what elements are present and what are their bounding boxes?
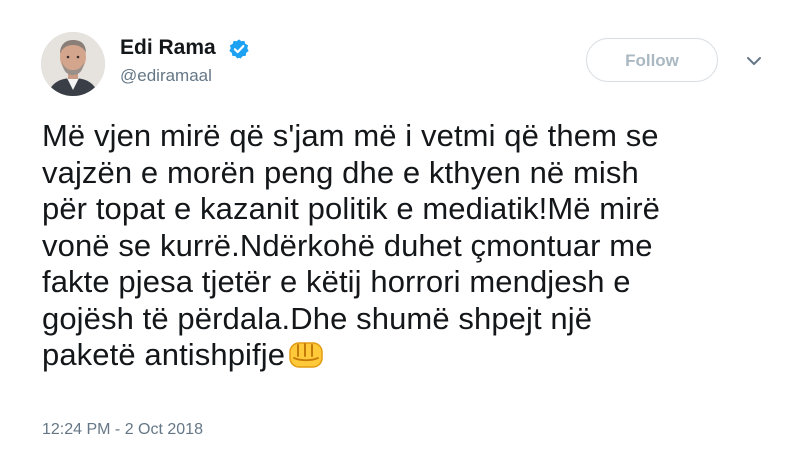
author-handle[interactable]: @ediramaal bbox=[120, 66, 212, 86]
raised-fist-emoji-icon bbox=[289, 342, 323, 368]
tweet-text: Më vjen mirë që s'jam më i vetmi që them… bbox=[42, 118, 782, 374]
follow-button[interactable]: Follow bbox=[586, 38, 718, 82]
chevron-down-icon[interactable] bbox=[744, 53, 764, 69]
tweet-card: Edi Rama @ediramaal Follow Më vjen mirë … bbox=[0, 0, 800, 450]
profile-photo bbox=[41, 32, 105, 96]
tweet-timestamp[interactable]: 12:24 PM - 2 Oct 2018 bbox=[42, 421, 203, 439]
tweet-body: Më vjen mirë që s'jam më i vetmi që them… bbox=[42, 118, 660, 372]
author-name[interactable]: Edi Rama bbox=[120, 36, 216, 60]
avatar[interactable] bbox=[41, 32, 105, 96]
verified-badge-icon bbox=[229, 39, 249, 59]
